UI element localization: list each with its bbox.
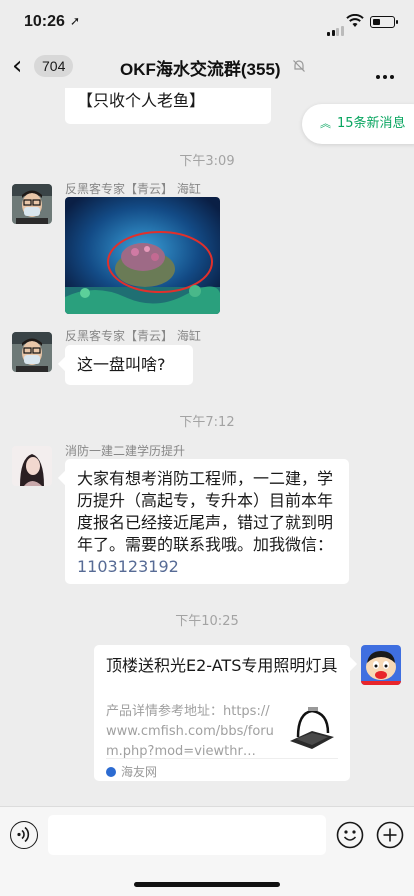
- message-text: 大家有想考消防工程师，一二建，学历提升（高起专，专升本）目前本年度报名已经接近尾…: [77, 469, 334, 554]
- chat-title: OKF海水交流群(355): [120, 60, 281, 79]
- link-card-description: 产品详情参考地址：https://www.cmfish.com/bbs/foru…: [106, 704, 274, 759]
- sender-name: 反黑客专家【青云】 海缸: [65, 329, 201, 343]
- user-avatar-image: [12, 184, 52, 224]
- chat-header: ‹ 704 OKF海水交流群(355): [0, 46, 414, 88]
- link-card-thumbnail: [284, 703, 338, 757]
- back-chevron-icon[interactable]: ‹: [12, 53, 32, 79]
- message-bubble[interactable]: 【只收个人老鱼】: [65, 88, 271, 124]
- location-arrow-icon: ➚: [70, 14, 81, 28]
- message-input[interactable]: [48, 815, 326, 855]
- link-card-source: 海友网: [106, 758, 338, 780]
- cellular-signal-icon: [327, 17, 345, 36]
- sender-name: 消防一建二建学历提升: [65, 444, 186, 458]
- emoji-smile-icon[interactable]: [336, 821, 364, 849]
- more-options-button[interactable]: [376, 64, 397, 83]
- timestamp: 下午7:12: [179, 415, 235, 430]
- bell-muted-icon: [293, 60, 305, 72]
- image-message[interactable]: [65, 197, 220, 314]
- message-bubble[interactable]: 这一盘叫啥?: [65, 345, 193, 385]
- message-bubble[interactable]: 大家有想考消防工程师，一二建，学历提升（高起专，专升本）目前本年度报名已经接近尾…: [65, 459, 349, 584]
- avatar[interactable]: [12, 184, 52, 224]
- message-text: 【只收个人老鱼】: [77, 91, 206, 110]
- link-card[interactable]: 顶楼送积光E2-ATS专用照明灯具 产品详情参考地址：https://www.c…: [94, 645, 350, 781]
- phone-link[interactable]: 1103123192: [77, 557, 179, 576]
- message-list[interactable]: 【只收个人老鱼】 ︽ 15条新消息 下午3:09 反黑客专家【青云】 海缸 反黑…: [0, 88, 414, 806]
- sender-name: 反黑客专家【青云】 海缸: [65, 182, 201, 196]
- timestamp: 下午10:25: [175, 614, 239, 629]
- my-avatar[interactable]: [361, 645, 401, 685]
- message-text: 这一盘叫啥?: [77, 355, 166, 374]
- double-chevron-up-icon: ︽: [320, 117, 331, 130]
- new-messages-button[interactable]: ︽ 15条新消息: [302, 104, 414, 144]
- source-logo-icon: [106, 767, 116, 777]
- status-time: 10:26: [24, 13, 65, 30]
- wifi-icon: [346, 14, 364, 27]
- user-avatar-image: [12, 332, 52, 372]
- avatar[interactable]: [12, 446, 52, 486]
- avatar[interactable]: [12, 332, 52, 372]
- voice-icon[interactable]: [10, 821, 38, 849]
- status-bar: 10:26 ➚: [0, 0, 414, 46]
- new-messages-label: 15条新消息: [337, 116, 406, 131]
- link-card-title: 顶楼送积光E2-ATS专用照明灯具: [106, 656, 338, 675]
- home-indicator: [134, 882, 280, 887]
- battery-icon: [370, 16, 398, 28]
- user-avatar-image: [12, 446, 52, 486]
- source-name: 海友网: [121, 765, 158, 779]
- cartoon-avatar-image: [361, 645, 401, 685]
- unread-count-badge[interactable]: 704: [34, 55, 74, 77]
- plus-circle-icon[interactable]: [376, 821, 404, 849]
- aquarium-photo: [65, 197, 220, 314]
- timestamp: 下午3:09: [179, 154, 235, 169]
